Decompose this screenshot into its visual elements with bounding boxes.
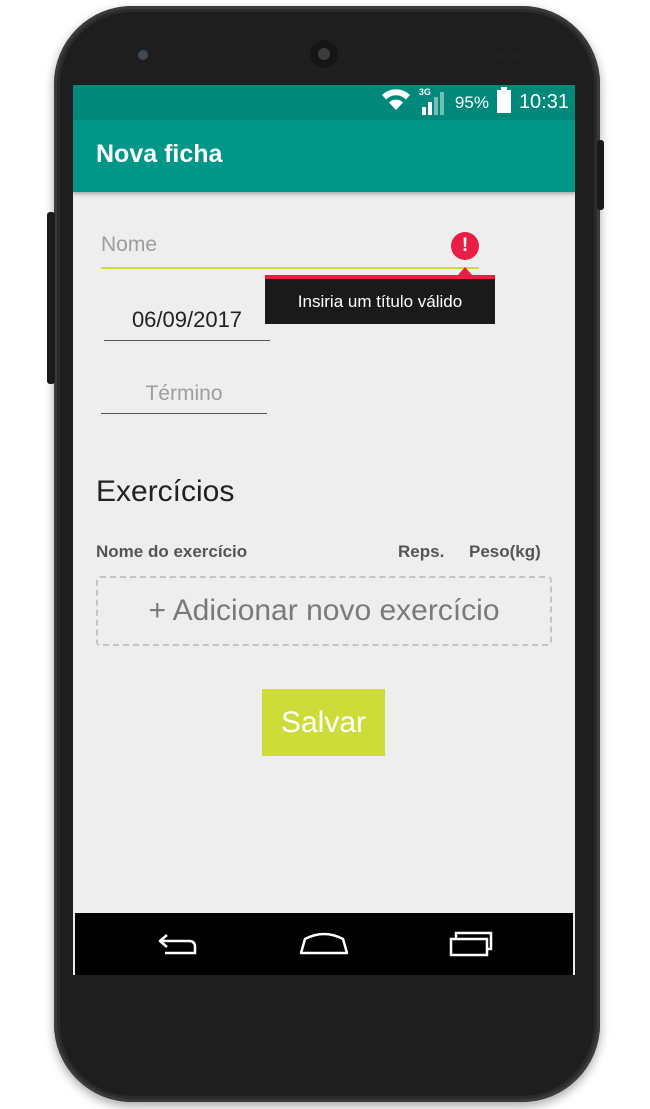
start-date-value: 06/09/2017 — [131, 307, 243, 332]
proximity-sensor — [497, 52, 504, 59]
add-exercise-button[interactable]: + Adicionar novo exercício — [96, 576, 552, 646]
app-bar: Nova ficha — [73, 120, 575, 192]
column-header-reps: Reps. — [398, 542, 445, 561]
side-button-right — [597, 140, 604, 210]
column-header-weight: Peso(kg) — [469, 542, 541, 561]
error-tooltip-caret — [458, 267, 472, 275]
end-date-field[interactable]: Término — [101, 376, 267, 414]
error-icon[interactable]: ! — [451, 232, 479, 260]
front-camera — [138, 50, 148, 60]
status-bar: 3G 95% 10:31 — [73, 85, 575, 120]
error-tooltip: Insiria um título válido — [265, 279, 495, 324]
page-title: Nova ficha — [96, 140, 223, 168]
screen: 3G 95% 10:31 Nova ficha Nome ! Insiria u… — [73, 85, 575, 975]
battery-percent: 95% — [454, 92, 489, 112]
battery-icon — [496, 87, 511, 118]
speaker-grille — [310, 40, 338, 68]
side-button-left — [47, 212, 55, 384]
light-sensor — [512, 52, 519, 59]
column-header-exercise-name: Nome do exercício — [96, 542, 248, 561]
home-icon[interactable] — [297, 927, 351, 961]
save-button[interactable]: Salvar — [262, 689, 385, 756]
end-date-placeholder: Término — [145, 382, 223, 405]
name-field[interactable]: Nome — [101, 229, 479, 269]
name-field-placeholder: Nome — [101, 233, 158, 256]
start-date-field[interactable]: 06/09/2017 — [104, 303, 270, 341]
exercises-title: Exercícios — [96, 475, 235, 508]
signal-icon: 3G — [419, 87, 447, 117]
navigation-bar — [75, 913, 573, 975]
back-icon[interactable] — [153, 927, 207, 961]
wifi-icon — [381, 88, 411, 117]
clock: 10:31 — [518, 91, 569, 113]
recents-icon[interactable] — [443, 927, 497, 961]
